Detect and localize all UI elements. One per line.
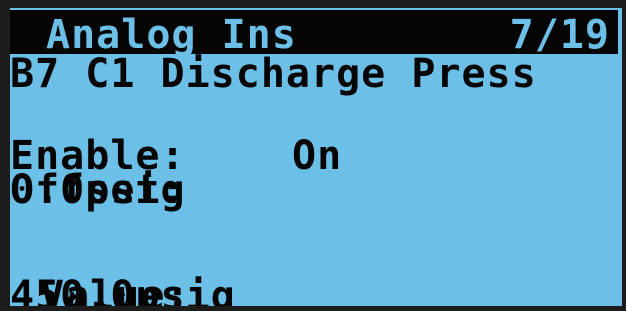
header-bar: Analog Ins 7/19 [10,10,618,58]
value-readout: 450.0psig [10,273,236,306]
point-name: B7 C1 Discharge Press [10,51,537,97]
lcd-screen: Analog Ins 7/19 B7 C1 Discharge Press En… [10,8,622,306]
controller-bezel: Analog Ins 7/19 B7 C1 Discharge Press En… [0,0,626,311]
offset-value[interactable]: 0.0psig [10,170,582,210]
